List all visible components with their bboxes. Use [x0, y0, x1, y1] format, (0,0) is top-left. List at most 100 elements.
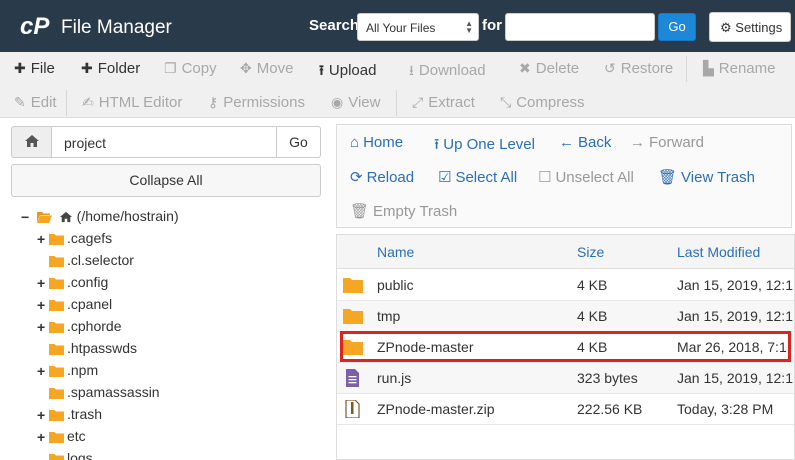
rename-button[interactable]: ▙ Rename: [703, 60, 775, 77]
tree-item-label: .npm: [67, 362, 99, 378]
permissions-button[interactable]: ⚷ Permissions: [208, 94, 305, 111]
home-link[interactable]: ⌂ Home: [350, 134, 403, 151]
minus-icon[interactable]: −: [21, 209, 31, 225]
tree-item-label: logs: [67, 450, 93, 460]
move-button[interactable]: ✥ Move: [240, 60, 293, 77]
toolbar-label: Move: [256, 60, 294, 77]
search-input[interactable]: [505, 13, 655, 41]
restore-button[interactable]: ↺ Restore: [604, 60, 673, 77]
unselect-all-link[interactable]: ☐ Unselect All: [538, 168, 634, 186]
top-header: cP File Manager Search All Your Files ▲ ▼…: [0, 0, 795, 52]
toolbar-label: Extract: [428, 94, 475, 111]
table-header: Name Size Last Modified: [337, 235, 794, 269]
copy-button[interactable]: ❐ Copy: [164, 60, 217, 77]
back-label: Back: [578, 134, 612, 151]
restore-icon: ↺: [604, 60, 616, 76]
tree-item[interactable]: .spamassassin: [37, 384, 160, 406]
file-last-modified: Jan 15, 2019, 12:1: [677, 308, 793, 324]
empty-trash-label: Empty Trash: [373, 203, 458, 220]
new-file-button[interactable]: ✚ File: [14, 60, 55, 77]
column-header-name[interactable]: Name: [377, 235, 414, 269]
plus-icon[interactable]: +: [37, 297, 47, 313]
folder-icon: [49, 278, 64, 290]
back-link[interactable]: ← Back: [559, 134, 611, 151]
settings-button[interactable]: ⚙ Settings: [709, 12, 791, 42]
download-button[interactable]: ⭳ Download: [409, 60, 486, 84]
search-scope-select[interactable]: All Your Files ▲ ▼: [357, 13, 479, 41]
folder-icon: [49, 256, 64, 268]
arrow-left-icon: ←: [559, 134, 574, 151]
plus-icon[interactable]: +: [37, 363, 47, 379]
toolbar-divider: [686, 56, 687, 82]
plus-icon[interactable]: +: [37, 407, 47, 423]
tree-item[interactable]: .htpasswds: [37, 340, 137, 362]
column-header-last-modified[interactable]: Last Modified: [677, 235, 760, 269]
tree-home-button[interactable]: [11, 126, 52, 158]
delete-icon: ✖: [519, 60, 531, 76]
file-list-table: Name Size Last Modified public 4 KB Jan 15…: [336, 234, 795, 460]
path-input[interactable]: project: [51, 126, 277, 158]
tree-item[interactable]: + .trash: [37, 406, 102, 428]
toolbar-label: Upload: [328, 62, 377, 79]
folder-icon: [49, 234, 64, 246]
table-row[interactable]: ZPnode-master.zip 222.56 KB Today, 3:28 PM: [337, 394, 794, 425]
column-header-size[interactable]: Size: [577, 235, 604, 269]
file-name: tmp: [377, 308, 401, 324]
table-row[interactable]: tmp 4 KB Jan 15, 2019, 12:1: [337, 301, 794, 332]
tree-item[interactable]: + .npm: [37, 362, 98, 384]
collapse-all-button[interactable]: Collapse All: [11, 164, 321, 197]
extract-button[interactable]: ⤢ Extract: [412, 94, 475, 111]
tree-item-label: .config: [67, 274, 109, 290]
tree-item[interactable]: + etc: [37, 428, 86, 450]
view-trash-link[interactable]: 🗑 View Trash: [658, 168, 755, 186]
search-label: Search: [309, 17, 360, 34]
new-folder-button[interactable]: ✚ Folder: [81, 60, 140, 77]
toolbar-label: Delete: [535, 60, 580, 77]
toolbar-label: Edit: [30, 94, 57, 111]
html-editor-button[interactable]: ✍ HTML Editor: [82, 94, 182, 111]
up-one-level-link[interactable]: ⭱ Up One Level: [434, 134, 535, 159]
select-all-label: Select All: [455, 169, 518, 186]
file-name: ZPnode-master: [377, 339, 474, 355]
tree-item[interactable]: + .config: [37, 274, 108, 296]
path-go-button[interactable]: Go: [276, 126, 321, 158]
tree-item[interactable]: + .cagefs: [37, 230, 112, 252]
table-row[interactable]: ZPnode-master 4 KB Mar 26, 2018, 7:1: [337, 332, 794, 363]
app-title: File Manager: [61, 17, 172, 38]
refresh-icon: ⟳: [350, 169, 363, 186]
plus-icon[interactable]: +: [37, 275, 47, 291]
table-row[interactable]: public 4 KB Jan 15, 2019, 12:1: [337, 270, 794, 301]
move-icon: ✥: [240, 60, 252, 76]
tree-item[interactable]: + .cphorde: [37, 318, 121, 340]
rename-icon: ▙: [703, 60, 714, 76]
tree-item-label: .trash: [67, 406, 103, 422]
table-row[interactable]: run.js 323 bytes Jan 15, 2019, 12:1: [337, 363, 794, 394]
svg-text:cP: cP: [20, 13, 50, 40]
compress-button[interactable]: ⤡ Compress: [500, 94, 585, 111]
up-one-level-label: Up One Level: [443, 136, 535, 153]
compress-icon: ⤡: [500, 94, 512, 110]
reload-link[interactable]: ⟳ Reload: [350, 168, 414, 186]
folder-icon: [49, 366, 64, 378]
forward-link[interactable]: → Forward: [630, 134, 704, 151]
plus-icon[interactable]: +: [37, 429, 47, 445]
plus-icon[interactable]: +: [37, 319, 47, 335]
empty-trash-link[interactable]: 🗑 Empty Trash: [350, 202, 457, 220]
file-name: run.js: [377, 370, 412, 386]
checked-box-icon: ☑: [438, 169, 452, 186]
view-button[interactable]: ◉ View: [331, 94, 380, 111]
tree-item-label: .cpanel: [67, 296, 113, 312]
pencil-icon: ✎: [14, 94, 26, 110]
search-go-button[interactable]: Go: [658, 13, 696, 41]
upload-button[interactable]: ⭱ Upload: [319, 60, 376, 84]
tree-item[interactable]: .cl.selector: [37, 252, 134, 274]
tree-item[interactable]: logs: [37, 450, 93, 460]
select-all-link[interactable]: ☑ Select All: [438, 168, 517, 186]
plus-icon[interactable]: +: [37, 231, 47, 247]
tree-root[interactable]: − (/home/hostrain): [21, 208, 179, 230]
tree-item[interactable]: + .cpanel: [37, 296, 112, 318]
delete-button[interactable]: ✖ Delete: [519, 60, 579, 77]
edit-button[interactable]: ✎ Edit: [14, 94, 57, 111]
file-last-modified: Jan 15, 2019, 12:1: [677, 277, 793, 293]
folder-icon: [49, 322, 64, 334]
